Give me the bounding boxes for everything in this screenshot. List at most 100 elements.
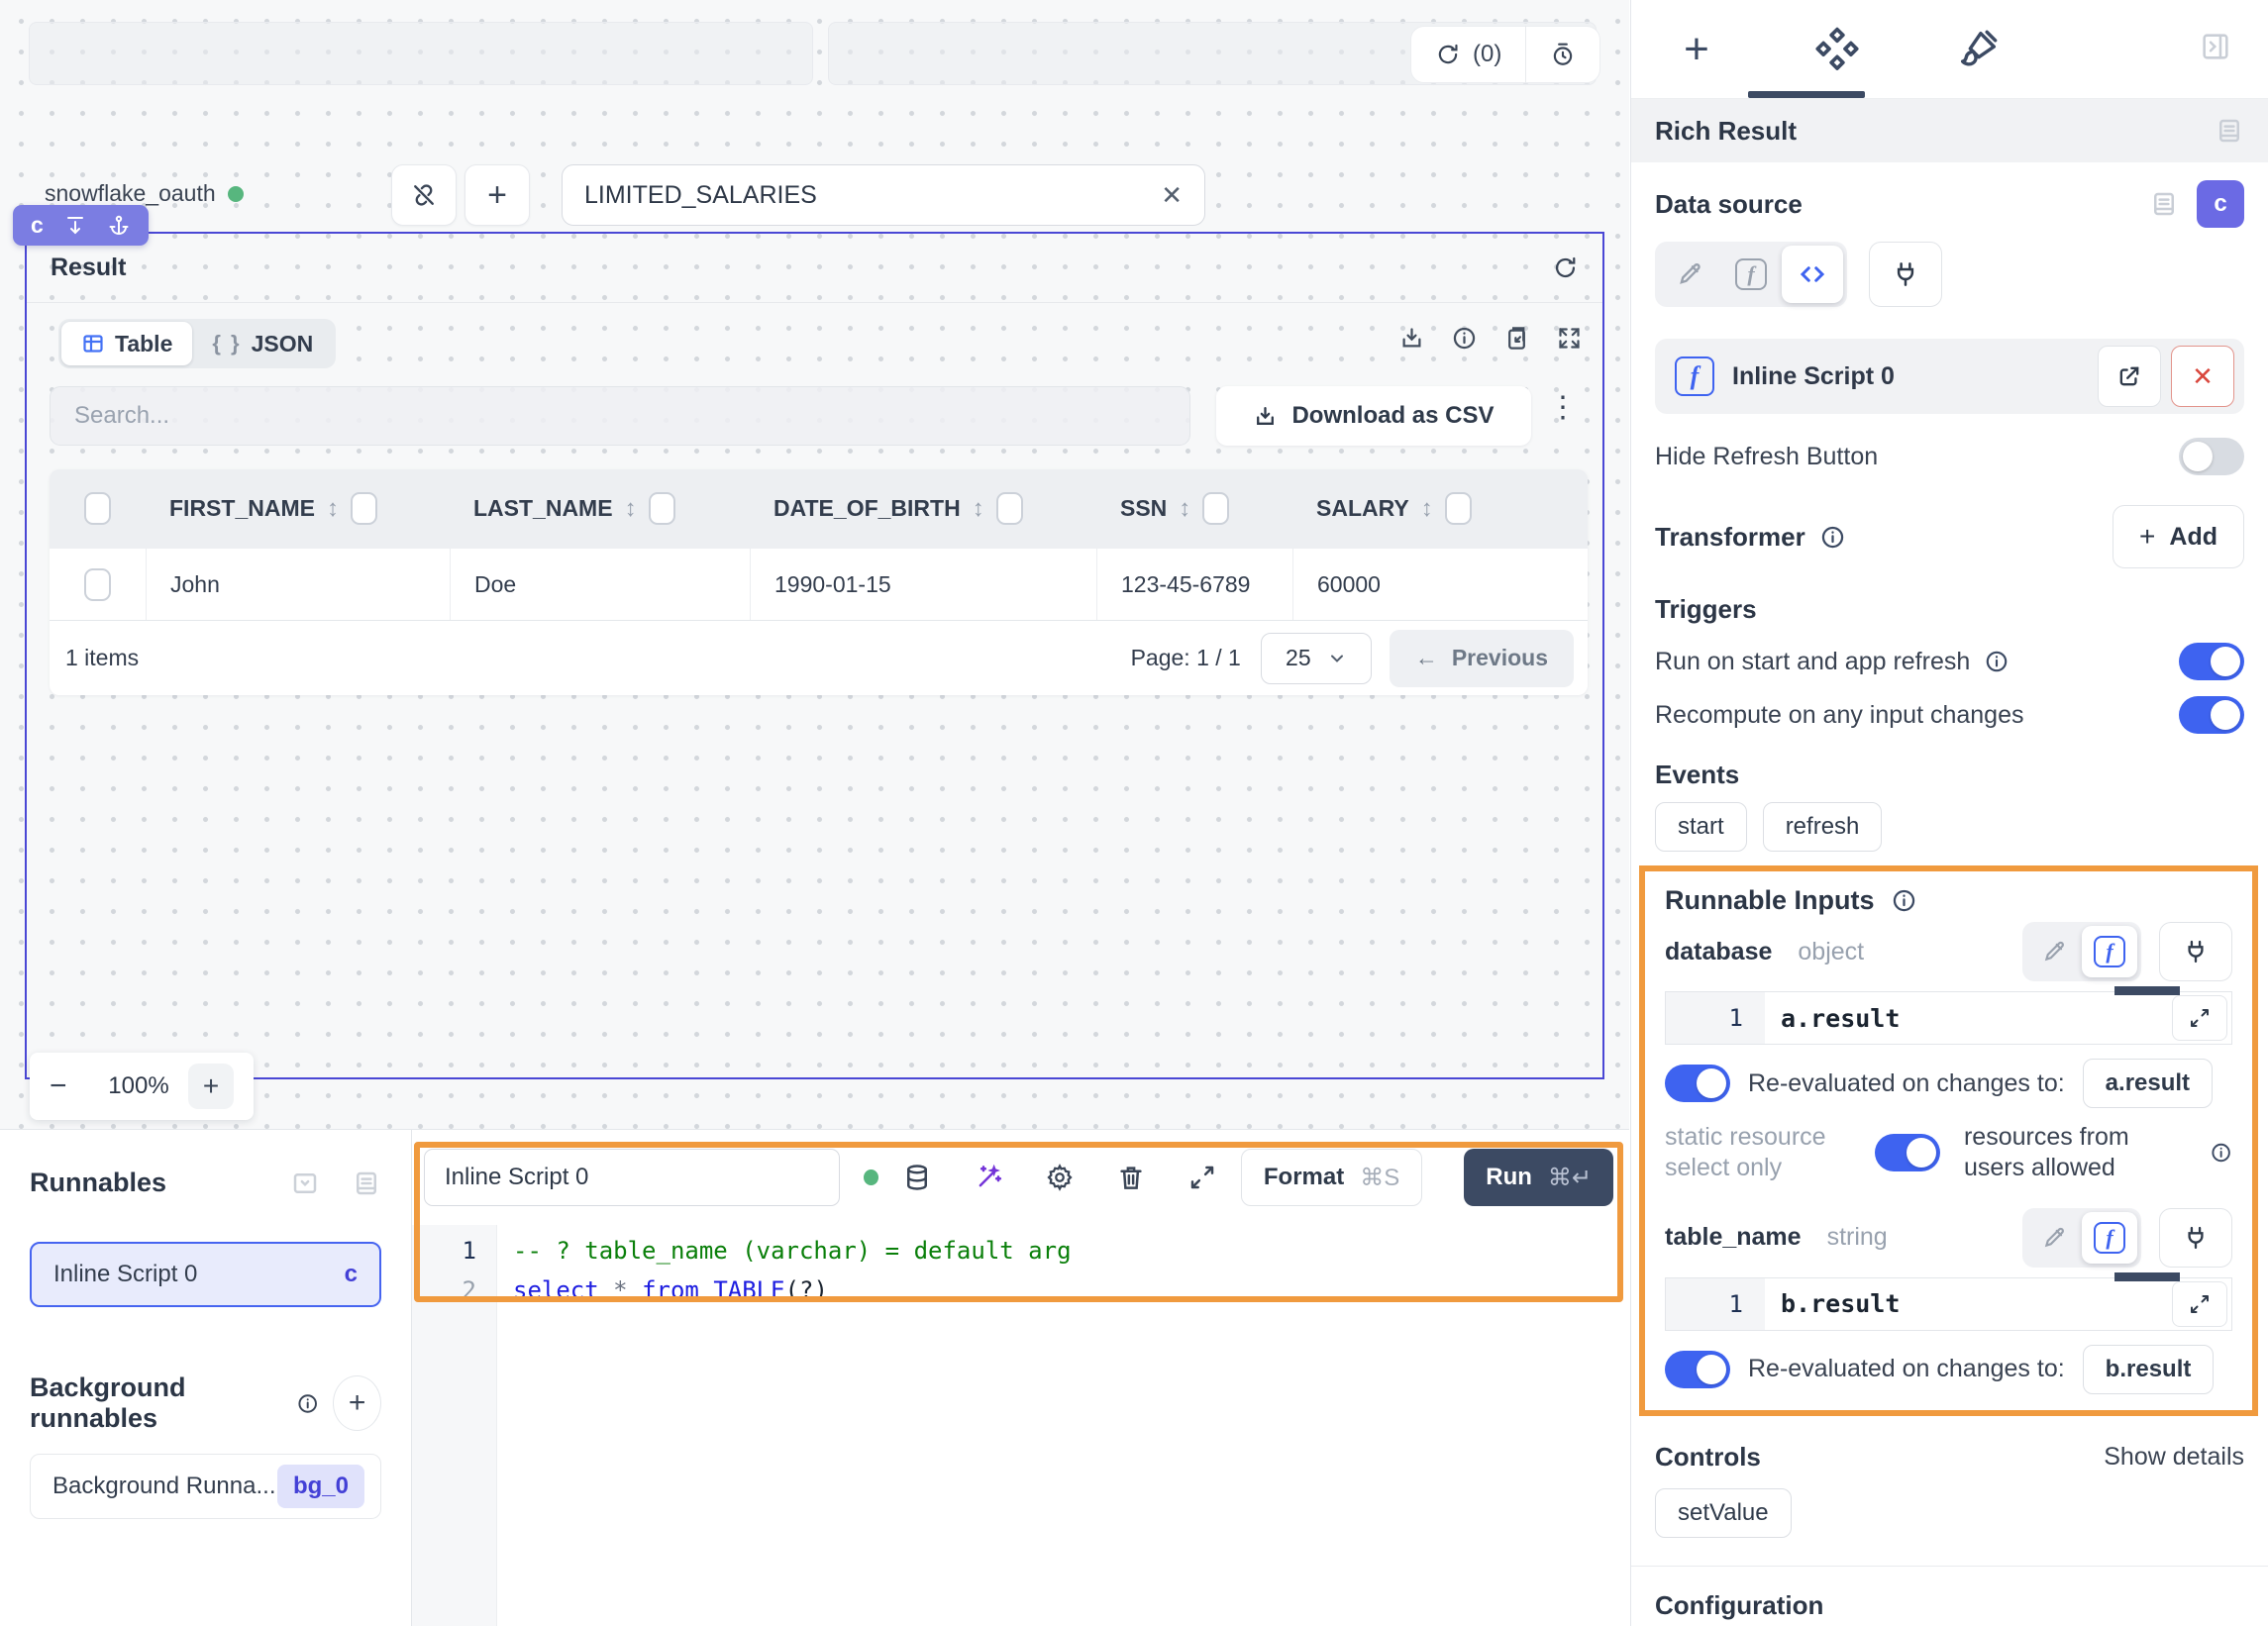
table-name-dependency-chip[interactable]: b.result [2083, 1345, 2215, 1394]
column-header[interactable]: DATE_OF_BIRTH [773, 495, 961, 522]
control-chip-setvalue[interactable]: setValue [1655, 1488, 1792, 1538]
database-value-editor[interactable]: 1 a.result [1665, 991, 2232, 1045]
table-name-input[interactable] [584, 181, 1161, 210]
resources-from-users-toggle[interactable] [1875, 1134, 1940, 1171]
run-button[interactable]: Run ⌘↵ [1464, 1149, 1613, 1206]
app-canvas[interactable]: (0) snowflake_oauth c + ✕ Result [0, 0, 1629, 1129]
data-source-script-row[interactable]: f Inline Script 0 ✕ [1655, 339, 2244, 414]
column-checkbox[interactable] [996, 492, 1023, 525]
database-reeval-toggle[interactable] [1665, 1065, 1730, 1102]
sort-icon[interactable]: ↕ [327, 495, 339, 523]
expand-editor-button[interactable] [2172, 995, 2227, 1041]
add-background-runnable-button[interactable]: + [333, 1375, 381, 1431]
zoom-out-button[interactable]: − [50, 1069, 89, 1103]
open-script-button[interactable] [2098, 346, 2161, 407]
row-checkbox[interactable] [84, 568, 111, 601]
static-mode-pencil-icon[interactable] [2026, 926, 2082, 977]
docs-icon[interactable] [352, 1169, 381, 1198]
code-mode-icon[interactable] [1782, 246, 1843, 303]
table-row[interactable]: John Doe 1990-01-15 123-45-6789 60000 [50, 548, 1588, 620]
info-icon[interactable] [2210, 1140, 2232, 1166]
history-button[interactable] [1525, 26, 1599, 83]
database-icon[interactable] [902, 1163, 932, 1192]
table-name-field[interactable]: ✕ [562, 164, 1205, 226]
anchor-icon[interactable] [107, 214, 131, 238]
table-search[interactable] [50, 386, 1190, 446]
format-button[interactable]: Format ⌘S [1241, 1149, 1422, 1206]
table-name-reeval-toggle[interactable] [1665, 1351, 1730, 1388]
docs-icon[interactable] [2149, 189, 2179, 219]
zoom-in-button[interactable]: + [188, 1064, 234, 1109]
fullscreen-icon[interactable] [1556, 325, 1583, 352]
function-mode-icon[interactable]: f [2082, 1212, 2137, 1264]
sort-icon[interactable]: ↕ [973, 495, 984, 523]
function-mode-icon[interactable]: f [2082, 926, 2137, 977]
collapse-panel-icon[interactable] [2199, 30, 2232, 68]
script-name-input[interactable] [445, 1164, 819, 1191]
arrow-down-to-bar-icon[interactable] [63, 214, 87, 238]
rich-result-widget[interactable]: Result Table { } JSON [25, 232, 1604, 1079]
select-all-checkbox[interactable] [84, 492, 111, 525]
event-chip-refresh[interactable]: refresh [1763, 802, 1883, 852]
refresh-count-button[interactable]: (0) [1411, 26, 1525, 83]
tab-json[interactable]: { } JSON [192, 322, 333, 365]
expand-editor-button[interactable] [2172, 1281, 2227, 1327]
expand-editor-icon[interactable] [1187, 1163, 1217, 1192]
column-checkbox[interactable] [649, 492, 675, 525]
selection-badge[interactable]: c [13, 205, 149, 246]
function-mode-icon[interactable]: f [1720, 246, 1782, 303]
event-chip-start[interactable]: start [1655, 802, 1747, 852]
column-header[interactable]: SSN [1120, 495, 1167, 522]
background-runnable-item[interactable]: Background Runna... bg_0 [30, 1454, 381, 1519]
table-menu-icon[interactable]: ⋮ [1548, 390, 1578, 425]
tab-table[interactable]: Table [61, 322, 192, 365]
copy-to-clipboard-icon[interactable] [1503, 325, 1530, 352]
download-icon[interactable] [1398, 325, 1425, 352]
remove-script-button[interactable]: ✕ [2171, 346, 2234, 407]
info-icon[interactable] [1819, 524, 1846, 551]
unlink-button[interactable] [391, 164, 457, 226]
add-transformer-button[interactable]: + Add [2113, 505, 2244, 568]
recompute-toggle[interactable] [2179, 696, 2244, 734]
delete-trash-icon[interactable] [1116, 1163, 1146, 1192]
plug-connect-button[interactable] [2159, 1208, 2232, 1268]
code-lines[interactable]: -- ? table_name (varchar) = default arg … [497, 1225, 1629, 1626]
sort-icon[interactable]: ↕ [1179, 495, 1190, 523]
settings-gear-icon[interactable] [1045, 1163, 1075, 1192]
component-id-badge[interactable]: c [2197, 180, 2244, 228]
tab-insert-component[interactable]: + [1667, 20, 1726, 79]
table-name-value-editor[interactable]: 1 b.result [1665, 1277, 2232, 1331]
collapse-section-icon[interactable] [290, 1169, 320, 1198]
ai-wand-icon[interactable] [974, 1163, 1003, 1192]
hide-refresh-toggle[interactable] [2179, 438, 2244, 475]
column-checkbox[interactable] [351, 492, 377, 525]
table-search-input[interactable] [74, 402, 1166, 430]
script-name-field[interactable] [424, 1149, 840, 1206]
info-icon[interactable] [1451, 325, 1478, 352]
previous-page-button[interactable]: ← Previous [1390, 630, 1574, 687]
info-icon[interactable] [1984, 649, 2010, 674]
tab-theme[interactable] [1948, 20, 2008, 79]
show-details-link[interactable]: Show details [2104, 1443, 2244, 1472]
runnable-item-inline-script-0[interactable]: Inline Script 0 c [30, 1242, 381, 1307]
download-csv-button[interactable]: Download as CSV [1216, 386, 1531, 446]
sort-icon[interactable]: ↕ [1421, 495, 1433, 523]
tab-components[interactable] [1807, 20, 1867, 79]
static-mode-pencil-icon[interactable] [1659, 246, 1720, 303]
add-component-button[interactable]: + [464, 164, 530, 226]
plug-connect-button[interactable] [1869, 242, 1942, 307]
sort-icon[interactable]: ↕ [625, 495, 637, 523]
docs-icon[interactable] [2215, 116, 2244, 146]
column-header[interactable]: LAST_NAME [473, 495, 613, 522]
widget-refresh-icon[interactable] [1552, 254, 1579, 281]
clear-input-icon[interactable]: ✕ [1161, 180, 1183, 211]
column-header[interactable]: FIRST_NAME [169, 495, 315, 522]
column-checkbox[interactable] [1445, 492, 1472, 525]
page-size-select[interactable]: 25 [1261, 633, 1372, 684]
sql-code-editor[interactable]: 1 2 -- ? table_name (varchar) = default … [412, 1225, 1629, 1626]
database-dependency-chip[interactable]: a.result [2083, 1059, 2213, 1108]
static-mode-pencil-icon[interactable] [2026, 1212, 2082, 1264]
run-on-start-toggle[interactable] [2179, 643, 2244, 680]
column-header[interactable]: SALARY [1316, 495, 1409, 522]
column-checkbox[interactable] [1202, 492, 1229, 525]
